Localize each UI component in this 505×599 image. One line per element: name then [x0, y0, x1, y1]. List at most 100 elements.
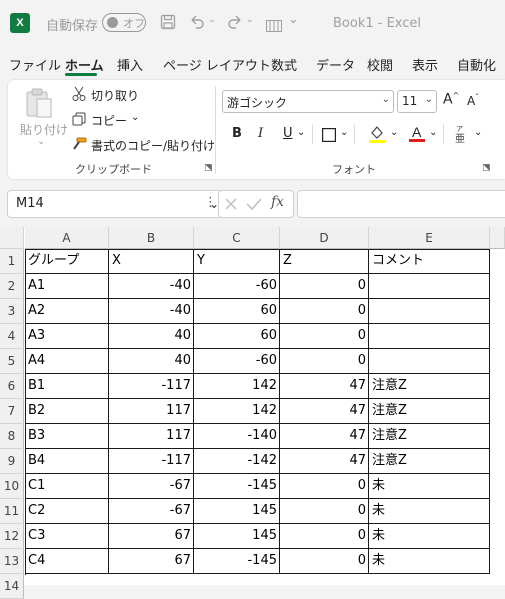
row-header[interactable]: 8: [0, 424, 24, 449]
table-cell[interactable]: 47: [280, 424, 369, 449]
table-cell[interactable]: 0: [280, 499, 369, 524]
table-cell[interactable]: 67: [109, 549, 194, 574]
table-cell[interactable]: 0: [280, 549, 369, 574]
header-cell[interactable]: Z: [280, 249, 369, 274]
phonetic-guide-icon[interactable]: ア亜: [454, 124, 468, 148]
fill-color-dropdown-icon[interactable]: ⌄: [390, 127, 398, 138]
row-header[interactable]: 14: [0, 574, 24, 599]
tab-page-layout[interactable]: ページ レイアウト: [163, 55, 271, 74]
undo-dropdown-icon[interactable]: ⌄: [208, 15, 216, 25]
table-cell[interactable]: B1: [25, 374, 109, 399]
table-cell[interactable]: A3: [25, 324, 109, 349]
table-cell[interactable]: 未: [369, 474, 490, 499]
table-cell[interactable]: 未: [369, 549, 490, 574]
table-cell[interactable]: B3: [25, 424, 109, 449]
table-cell[interactable]: 注意Z: [369, 449, 490, 474]
row-header[interactable]: 6: [0, 374, 24, 399]
header-cell[interactable]: コメント: [369, 249, 490, 274]
row-header[interactable]: 13: [0, 549, 24, 574]
copy-dropdown-icon[interactable]: ⌄: [131, 112, 139, 123]
table-cell[interactable]: 0: [280, 299, 369, 324]
table-cell[interactable]: 145: [194, 524, 280, 549]
column-header-c[interactable]: C: [194, 227, 280, 249]
scissors-icon[interactable]: [72, 86, 86, 106]
clipboard-launcher-icon[interactable]: ⬔: [204, 163, 213, 173]
tab-home[interactable]: ホーム: [65, 55, 104, 74]
row-header[interactable]: 10: [0, 474, 24, 499]
row-header[interactable]: 7: [0, 399, 24, 424]
table-cell[interactable]: 40: [109, 349, 194, 374]
table-cell[interactable]: -40: [109, 299, 194, 324]
table-cell[interactable]: [369, 299, 490, 324]
table-cell[interactable]: C3: [25, 524, 109, 549]
column-header-e[interactable]: E: [369, 227, 490, 249]
redo-icon[interactable]: [226, 13, 244, 35]
column-header-d[interactable]: D: [280, 227, 369, 249]
table-cell[interactable]: -67: [109, 499, 194, 524]
tab-formulas[interactable]: 数式: [271, 55, 297, 74]
table-cell[interactable]: -145: [194, 549, 280, 574]
table-cell[interactable]: 注意Z: [369, 374, 490, 399]
table-cell[interactable]: 0: [280, 274, 369, 299]
table-cell[interactable]: -60: [194, 349, 280, 374]
table-cell[interactable]: 117: [109, 424, 194, 449]
undo-icon[interactable]: [188, 13, 206, 35]
select-all-corner[interactable]: [0, 227, 24, 249]
table-cell[interactable]: C2: [25, 499, 109, 524]
phonetic-dropdown-icon[interactable]: ⌄: [474, 127, 482, 138]
format-painter-icon[interactable]: [71, 136, 87, 155]
row-header[interactable]: 3: [0, 299, 24, 324]
save-icon[interactable]: [160, 14, 176, 34]
table-cell[interactable]: 注意Z: [369, 424, 490, 449]
table-cell[interactable]: 142: [194, 399, 280, 424]
redo-dropdown-icon[interactable]: ⌄: [246, 15, 254, 25]
font-launcher-icon[interactable]: ⬔: [482, 163, 491, 173]
table-cell[interactable]: -40: [109, 274, 194, 299]
table-cell[interactable]: 117: [109, 399, 194, 424]
italic-button[interactable]: I: [258, 126, 263, 141]
table-cell[interactable]: A4: [25, 349, 109, 374]
font-size-select[interactable]: 11 ⌄: [397, 90, 437, 113]
table-cell[interactable]: 60: [194, 299, 280, 324]
table-cell[interactable]: -142: [194, 449, 280, 474]
header-cell[interactable]: X: [109, 249, 194, 274]
font-color-dropdown-icon[interactable]: ⌄: [429, 127, 437, 138]
row-header[interactable]: 1: [0, 249, 24, 274]
border-icon[interactable]: [321, 127, 337, 146]
table-cell[interactable]: -117: [109, 449, 194, 474]
table-cell[interactable]: 注意Z: [369, 399, 490, 424]
header-cell[interactable]: グループ: [25, 249, 109, 274]
table-cell[interactable]: A2: [25, 299, 109, 324]
copy-button[interactable]: コピー: [91, 112, 127, 129]
row-header[interactable]: 12: [0, 524, 24, 549]
bold-button[interactable]: B: [232, 126, 242, 141]
formula-input[interactable]: [297, 190, 505, 218]
view-icon[interactable]: [266, 17, 282, 36]
table-cell[interactable]: 60: [194, 324, 280, 349]
row-header[interactable]: 11: [0, 499, 24, 524]
table-cell[interactable]: 40: [109, 324, 194, 349]
table-cell[interactable]: B4: [25, 449, 109, 474]
table-cell[interactable]: 0: [280, 324, 369, 349]
insert-function-icon[interactable]: fx: [271, 194, 284, 210]
table-cell[interactable]: 未: [369, 499, 490, 524]
table-cell[interactable]: 47: [280, 374, 369, 399]
table-cell[interactable]: -145: [194, 474, 280, 499]
tab-automate[interactable]: 自動化: [457, 55, 496, 74]
table-cell[interactable]: C1: [25, 474, 109, 499]
table-cell[interactable]: 未: [369, 524, 490, 549]
table-cell[interactable]: 47: [280, 399, 369, 424]
table-cell[interactable]: B2: [25, 399, 109, 424]
column-header-f[interactable]: [490, 227, 505, 249]
column-header-a[interactable]: A: [25, 227, 109, 249]
table-cell[interactable]: A1: [25, 274, 109, 299]
row-header[interactable]: 2: [0, 274, 24, 299]
tab-view[interactable]: 表示: [412, 55, 438, 74]
tab-insert[interactable]: 挿入: [117, 55, 143, 74]
table-cell[interactable]: -67: [109, 474, 194, 499]
row-header[interactable]: 5: [0, 349, 24, 374]
font-name-select[interactable]: 游ゴシック ⌄: [222, 90, 394, 113]
shrink-font-icon[interactable]: Aˇ: [467, 93, 479, 108]
customize-toolbar-icon[interactable]: ⌄: [288, 12, 299, 27]
table-cell[interactable]: -140: [194, 424, 280, 449]
